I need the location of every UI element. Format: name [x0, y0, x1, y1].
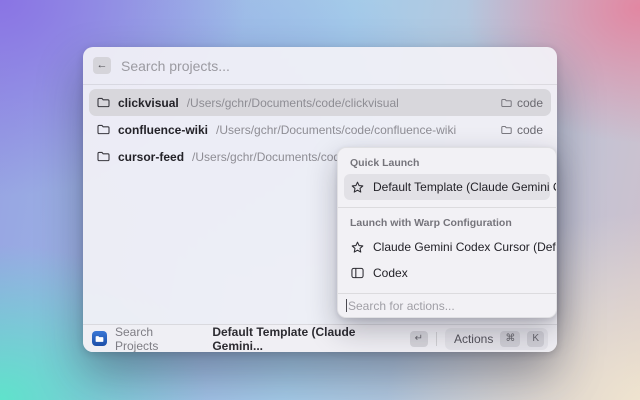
project-name: confluence-wiki — [118, 123, 208, 137]
popup-item-label: Codex — [373, 266, 408, 280]
footer-divider — [436, 332, 437, 346]
text-caret — [346, 299, 347, 312]
back-button[interactable]: ← — [93, 57, 111, 74]
project-path: /Users/gchr/Documents/code/confluence-wi… — [216, 123, 456, 137]
actions-popup: Quick Launch Default Template (Claude Ge… — [337, 147, 557, 318]
project-name: cursor-feed — [118, 150, 184, 164]
folder-icon — [97, 97, 110, 108]
actions-label: Actions — [454, 332, 493, 346]
folder-icon — [97, 124, 110, 135]
folder-icon — [97, 151, 110, 162]
project-row-clickvisual[interactable]: clickvisual /Users/gchr/Documents/code/c… — [89, 89, 551, 116]
actions-search-input[interactable]: Search for actions... — [338, 293, 556, 317]
project-row-confluence-wiki[interactable]: confluence-wiki /Users/gchr/Documents/co… — [89, 116, 551, 143]
project-tag: code — [501, 123, 543, 137]
command-key-icon: ⌘ — [500, 331, 520, 347]
project-name: clickvisual — [118, 96, 179, 110]
popup-item-label: Default Template (Claude Gemini Code... — [373, 180, 557, 194]
enter-key-icon: ↵ — [410, 331, 428, 347]
quick-launch-section-title: Quick Launch — [338, 148, 556, 174]
popup-item-codex[interactable]: Codex — [344, 260, 550, 286]
popup-item-label: Claude Gemini Codex Cursor (Default) — [373, 240, 557, 254]
project-tag-label: code — [517, 123, 543, 137]
star-icon — [351, 241, 364, 254]
project-tag-label: code — [517, 96, 543, 110]
actions-button[interactable]: Actions ⌘ K — [445, 328, 548, 350]
k-key-icon: K — [527, 331, 544, 347]
folder-tag-icon — [501, 125, 512, 135]
sidebar-panel-icon — [351, 267, 364, 279]
project-path: /Users/gchr/Documents/code/clickvisual — [187, 96, 399, 110]
search-bar: ← — [83, 47, 557, 85]
popup-item-claude-gemini-codex-cursor[interactable]: Claude Gemini Codex Cursor (Default) — [344, 234, 550, 260]
desktop-background: ← clickvisual /Users/gchr/Documents/code… — [0, 0, 640, 400]
footer-primary-action[interactable]: Default Template (Claude Gemini... — [212, 325, 401, 353]
warp-config-section-title: Launch with Warp Configuration — [338, 208, 556, 234]
project-tag: code — [501, 96, 543, 110]
footer-bar: Search Projects Default Template (Claude… — [83, 324, 557, 352]
footer-app-label: Search Projects — [115, 325, 196, 353]
folder-tag-icon — [501, 98, 512, 108]
search-input[interactable] — [121, 58, 547, 74]
extension-app-icon — [92, 331, 107, 346]
popup-item-default-template[interactable]: Default Template (Claude Gemini Code... … — [344, 174, 550, 200]
actions-search-placeholder: Search for actions... — [348, 299, 455, 313]
star-icon — [351, 181, 364, 194]
